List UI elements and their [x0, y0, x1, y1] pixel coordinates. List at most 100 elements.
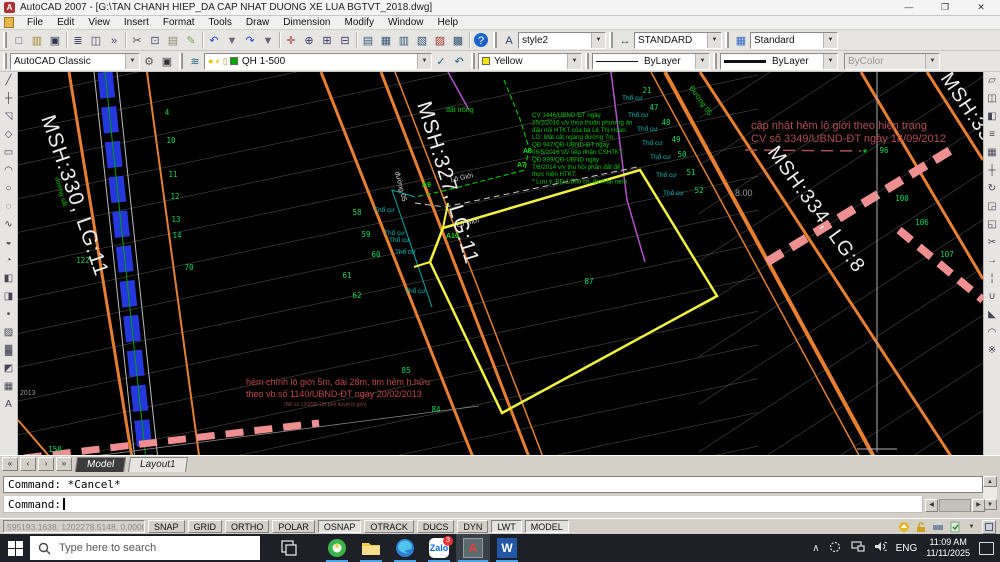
menu-modify[interactable]: Modify — [338, 17, 381, 28]
tray-volume-icon[interactable] — [874, 541, 887, 555]
statbtn-snap[interactable]: SNAP — [148, 520, 185, 533]
taskbar-zalo-icon[interactable]: Zalo 3 — [422, 534, 456, 562]
polyline-icon[interactable]: ◹ — [1, 108, 16, 126]
make-layer-current-icon[interactable]: ✓ — [432, 53, 450, 70]
help-icon[interactable]: ? — [474, 33, 488, 47]
arc-icon[interactable]: ◠ — [1, 162, 16, 180]
taskbar-edge-icon[interactable] — [388, 534, 422, 562]
undo-icon[interactable]: ↶ — [205, 32, 223, 49]
redo-icon[interactable]: ↷ — [241, 32, 259, 49]
erase-icon[interactable]: ▱ — [985, 72, 1000, 90]
tab-layout1[interactable]: Layout1 — [128, 457, 188, 472]
move-icon[interactable]: ┼ — [985, 162, 1000, 180]
chamfer-icon[interactable]: ◣ — [985, 306, 1000, 324]
toolbar-lock-icon[interactable] — [914, 520, 927, 533]
tab-last-button[interactable]: » — [56, 457, 72, 471]
fillet-icon[interactable]: ◠ — [985, 324, 1000, 342]
menu-view[interactable]: View — [81, 17, 117, 28]
statbtn-lwt[interactable]: LWT — [491, 520, 521, 533]
minimize-button[interactable]: — — [902, 2, 916, 13]
layer-lock-icon[interactable]: ▯ — [223, 56, 228, 67]
coordinates-readout[interactable]: 595193.1638, 1202278.5148, 0.0000 — [3, 520, 145, 533]
toolbar-grip[interactable] — [3, 32, 7, 48]
mirror-icon[interactable]: ◧ — [985, 108, 1000, 126]
plot-notification-icon[interactable] — [931, 520, 944, 533]
tab-prev-button[interactable]: ‹ — [20, 457, 36, 471]
menu-format[interactable]: Format — [156, 17, 202, 28]
copy-icon[interactable]: ⊡ — [146, 32, 164, 49]
sheet-set-manager-icon[interactable]: ▧ — [413, 32, 431, 49]
redo-arrow-icon[interactable]: ▼ — [259, 32, 277, 49]
toolbar-grip[interactable] — [609, 32, 613, 48]
pan-icon[interactable]: ✛ — [282, 32, 300, 49]
statbtn-otrack[interactable]: OTRACK — [364, 520, 414, 533]
statbtn-grid[interactable]: GRID — [188, 520, 223, 533]
dim-style-combo[interactable]: STANDARD ▼ — [634, 32, 722, 49]
break-icon[interactable]: ¦ — [985, 270, 1000, 288]
toolbar-grip[interactable] — [3, 53, 7, 69]
taskbar-autocad-icon[interactable]: A — [456, 534, 490, 562]
tray-network-icon[interactable] — [851, 541, 865, 555]
toolbar-grip[interactable] — [713, 53, 717, 69]
menu-edit[interactable]: Edit — [50, 17, 81, 28]
menu-window[interactable]: Window — [381, 17, 431, 28]
toolbar-grip[interactable] — [179, 53, 183, 69]
plot-preview-icon[interactable]: ◫ — [87, 32, 105, 49]
ellipse-icon[interactable]: ◒ — [1, 234, 16, 252]
scale-icon[interactable]: ◲ — [985, 198, 1000, 216]
zoom-window-icon[interactable]: ⊞ — [318, 32, 336, 49]
workspace-combo[interactable]: AutoCAD Classic ▼ — [10, 53, 140, 70]
language-indicator[interactable]: ENG — [896, 543, 918, 554]
chevron-down-icon[interactable]: ▼ — [125, 54, 139, 69]
properties-icon[interactable]: ▤ — [359, 32, 377, 49]
cut-icon[interactable]: ✂ — [128, 32, 146, 49]
trusted-dwg-icon[interactable] — [948, 520, 961, 533]
statbtn-model[interactable]: MODEL — [525, 520, 569, 533]
taskbar-clock[interactable]: 11:09 AM 11/11/2025 — [926, 537, 970, 559]
table-style-combo[interactable]: Standard ▼ — [750, 32, 838, 49]
make-block-icon[interactable]: ◨ — [1, 288, 16, 306]
scroll-up-icon[interactable]: ▲ — [983, 476, 997, 487]
dim-style-icon[interactable]: ↔ — [616, 32, 634, 49]
insert-block-icon[interactable]: ◧ — [1, 270, 16, 288]
chevron-down-icon[interactable]: ▼ — [695, 54, 709, 69]
undo-arrow-icon[interactable]: ▼ — [223, 32, 241, 49]
menu-help[interactable]: Help — [431, 17, 466, 28]
tool-palettes-icon[interactable]: ▥ — [395, 32, 413, 49]
layer-previous-icon[interactable]: ↶ — [450, 53, 468, 70]
zoom-previous-icon[interactable]: ⊟ — [336, 32, 354, 49]
join-icon[interactable]: ∪ — [985, 288, 1000, 306]
menu-insert[interactable]: Insert — [117, 17, 156, 28]
scroll-right-icon[interactable]: ▶ — [972, 499, 985, 512]
spline-icon[interactable]: ∿ — [1, 216, 16, 234]
construction-line-icon[interactable]: ┼ — [1, 90, 16, 108]
taskbar-file-explorer-icon[interactable] — [354, 534, 388, 562]
text-style-combo[interactable]: style2 ▼ — [518, 32, 606, 49]
circle-icon[interactable]: ○ — [1, 180, 16, 198]
extend-icon[interactable]: → — [985, 252, 1000, 270]
table-style-icon[interactable]: ▦ — [732, 32, 750, 49]
chevron-down-icon[interactable]: ▼ — [707, 33, 721, 48]
qnew-icon[interactable]: □ — [10, 32, 28, 49]
statbtn-ducs[interactable]: DUCS — [417, 520, 455, 533]
taskbar-word-icon[interactable]: W — [490, 534, 524, 562]
menu-file[interactable]: File — [20, 17, 50, 28]
scrollbar-thumb[interactable] — [939, 499, 971, 512]
offset-icon[interactable]: ≡ — [985, 126, 1000, 144]
command-horizontal-scrollbar[interactable]: ◀ ▶ — [925, 499, 985, 512]
toolbar-grip[interactable] — [493, 32, 497, 48]
toolbar-grip[interactable] — [471, 53, 475, 69]
text-style-icon[interactable]: A — [500, 32, 518, 49]
markup-set-manager-icon[interactable]: ▨ — [431, 32, 449, 49]
layer-properties-icon[interactable]: ≋ — [186, 53, 204, 70]
toolbar-grip[interactable] — [585, 53, 589, 69]
menu-dimension[interactable]: Dimension — [276, 17, 337, 28]
chevron-down-icon[interactable]: ▼ — [823, 54, 837, 69]
task-view-button[interactable] — [272, 534, 306, 562]
mtext-icon[interactable]: A — [1, 396, 16, 414]
trim-icon[interactable]: ✂ — [985, 234, 1000, 252]
chevron-down-icon[interactable]: ▼ — [417, 54, 431, 69]
scroll-down-icon[interactable]: ▼ — [983, 499, 997, 510]
statbtn-polar[interactable]: POLAR — [272, 520, 315, 533]
tray-onedrive-icon[interactable] — [829, 541, 842, 555]
